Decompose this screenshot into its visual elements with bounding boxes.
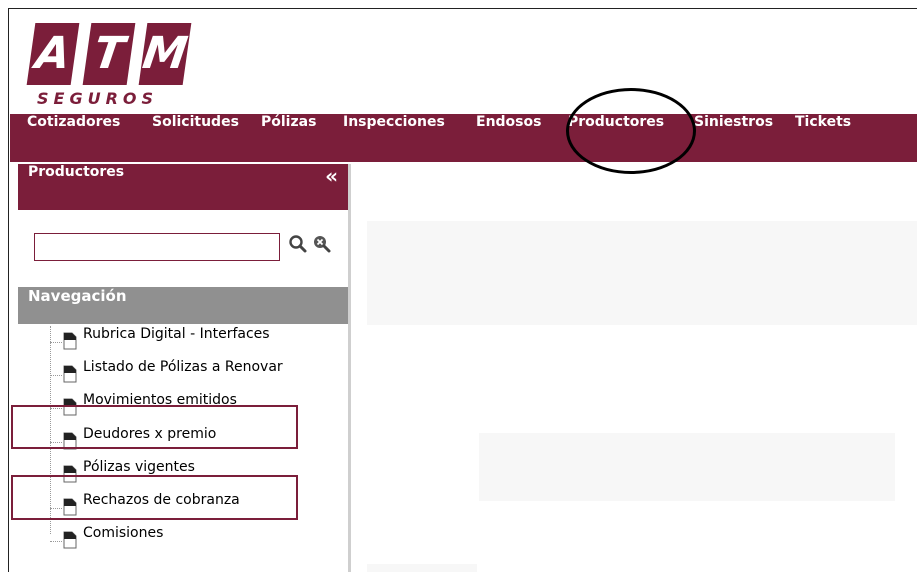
tree-branch [50, 375, 62, 376]
search-input[interactable] [34, 233, 280, 261]
nav-item-rechazos-cobranza[interactable]: Rechazos de cobranza [50, 492, 340, 524]
sidebar-title: Productores [28, 164, 125, 180]
sidebar-header: Productores « [18, 164, 348, 210]
navigation-tree: Rubrica Digital - Interfaces Listado de … [18, 326, 348, 572]
document-icon [63, 365, 77, 383]
document-icon [63, 398, 77, 416]
document-icon [63, 332, 77, 350]
tree-branch [50, 475, 62, 476]
content-panel-bottom [367, 564, 477, 572]
menu-item-tickets[interactable]: Tickets [795, 114, 851, 162]
content-panel-middle [479, 433, 895, 501]
app-window: A T M SEGUROS Cotizadores Solicitudes Pó… [8, 8, 917, 572]
menu-item-siniestros[interactable]: Siniestros [694, 114, 773, 162]
navigation-section-header: Navegación [18, 287, 348, 324]
atm-seguros-logo[interactable]: A T M SEGUROS [26, 23, 203, 113]
nav-item-rubrica-digital[interactable]: Rubrica Digital - Interfaces [50, 326, 340, 358]
nav-item-label: Rechazos de cobranza [83, 492, 240, 508]
nav-item-label: Rubrica Digital - Interfaces [83, 326, 270, 342]
nav-item-label: Comisiones [83, 525, 164, 541]
nav-item-label: Pólizas vigentes [83, 459, 195, 475]
menu-item-polizas[interactable]: Pólizas [261, 114, 316, 162]
logo-letter: M [138, 23, 192, 85]
logo-letter: A [26, 23, 80, 85]
menu-item-cotizadores[interactable]: Cotizadores [27, 114, 120, 162]
document-icon [63, 498, 77, 516]
document-icon [63, 465, 77, 483]
menu-item-productores[interactable]: Productores [568, 114, 664, 162]
tree-branch [50, 442, 62, 443]
document-icon [63, 531, 77, 549]
search-row [34, 230, 354, 270]
clear-search-icon[interactable] [312, 234, 332, 254]
document-icon [63, 432, 77, 450]
logo-letter: T [82, 23, 136, 85]
menu-item-inspecciones[interactable]: Inspecciones [343, 114, 445, 162]
menu-item-endosos[interactable]: Endosos [476, 114, 541, 162]
nav-item-polizas-vigentes[interactable]: Pólizas vigentes [50, 459, 340, 491]
tree-branch [50, 541, 62, 542]
logo-tagline: SEGUROS [37, 89, 159, 108]
nav-item-listado-polizas[interactable]: Listado de Pólizas a Renovar [50, 359, 340, 391]
content-panel-top [367, 221, 917, 325]
productores-sidebar: Productores « Navegación Rubrica Digital… [18, 164, 351, 572]
tree-branch [50, 342, 62, 343]
tree-branch [50, 408, 62, 409]
nav-item-movimientos-emitidos[interactable]: Movimientos emitidos [50, 392, 340, 424]
nav-item-comisiones[interactable]: Comisiones [50, 525, 340, 557]
nav-item-label: Movimientos emitidos [83, 392, 237, 408]
nav-item-label: Listado de Pólizas a Renovar [83, 359, 283, 375]
nav-item-label: Deudores x premio [83, 426, 217, 442]
nav-item-deudores-premio[interactable]: Deudores x premio [50, 426, 340, 458]
main-menu-bar: Cotizadores Solicitudes Pólizas Inspecci… [10, 114, 917, 162]
search-icon[interactable] [288, 234, 308, 254]
collapse-sidebar-icon[interactable]: « [325, 164, 338, 188]
menu-item-solicitudes[interactable]: Solicitudes [152, 114, 239, 162]
tree-branch [50, 508, 62, 509]
navigation-section-title: Navegación [28, 287, 127, 305]
